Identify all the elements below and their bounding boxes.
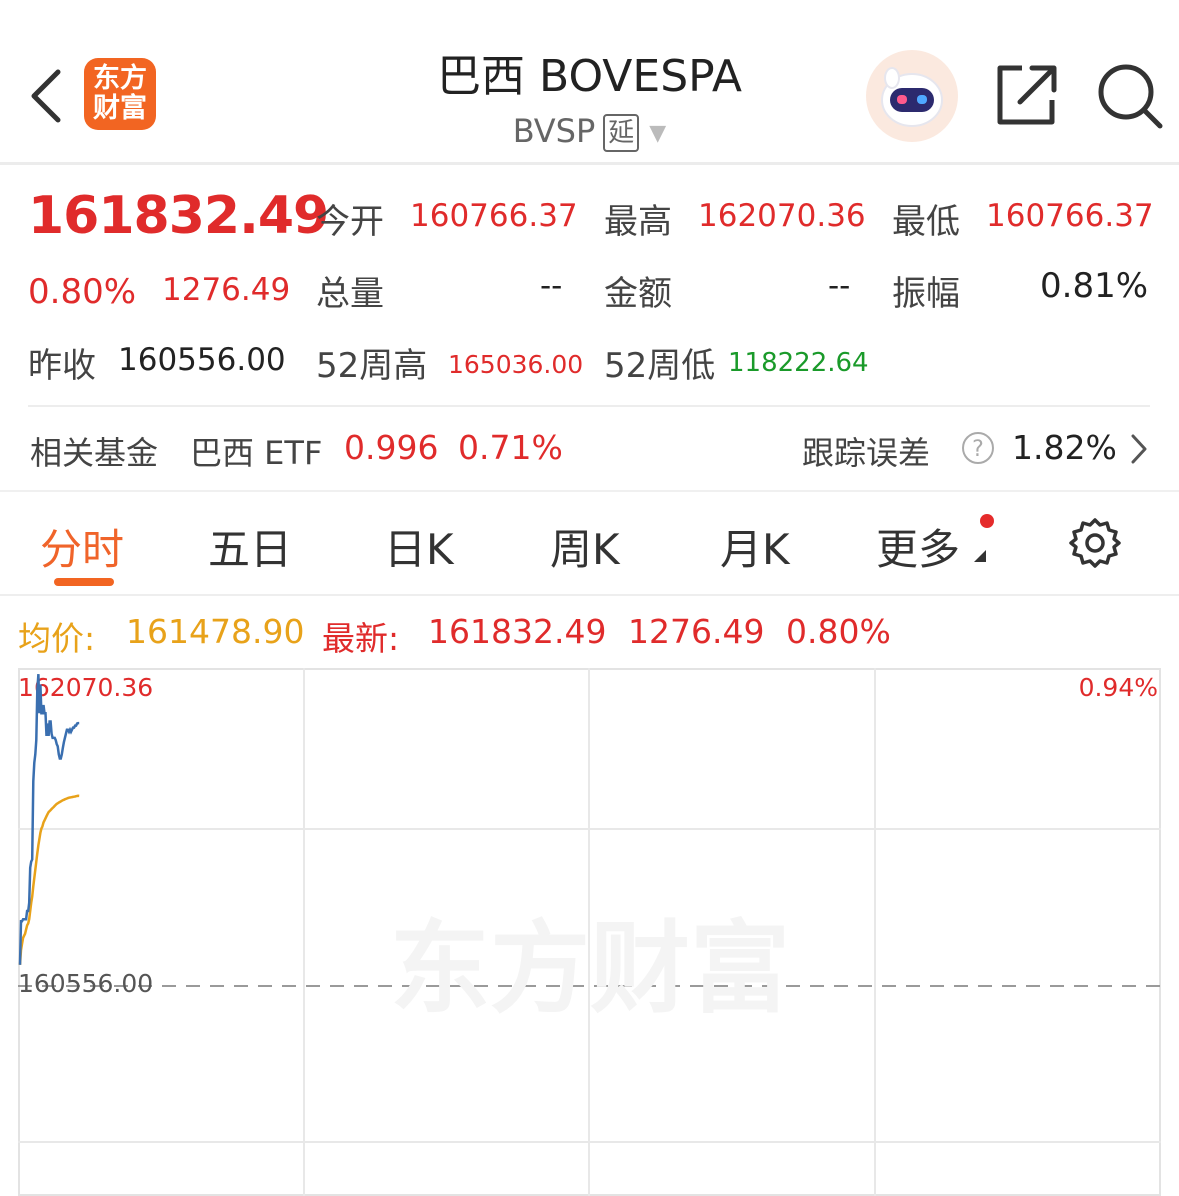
- chart-baseline-label: 160556.00: [18, 969, 153, 998]
- week52-low-label: 52周低: [604, 346, 716, 386]
- search-icon[interactable]: [1096, 62, 1164, 130]
- section-divider: [0, 490, 1179, 492]
- high-label: 最高: [604, 202, 672, 242]
- week52-low-value: 118222.64: [728, 348, 869, 378]
- tracking-error-value: 1.82%: [1012, 428, 1117, 467]
- intraday-chart[interactable]: 东方财富 162070.36 0.94% 160556.00: [18, 668, 1161, 1196]
- chevron-right-icon: [1131, 434, 1147, 464]
- index-code: BVSP: [512, 112, 596, 150]
- share-icon[interactable]: [994, 62, 1058, 128]
- tab-daily-k[interactable]: 日K: [384, 516, 454, 577]
- tab-intraday[interactable]: 分时: [40, 516, 124, 577]
- change-amount: 1276.49: [162, 272, 291, 308]
- amplitude-value: 0.81%: [1040, 266, 1149, 306]
- week52-high-label: 52周高: [316, 346, 428, 386]
- header-divider: [0, 162, 1179, 165]
- delay-tag: 延: [603, 114, 640, 152]
- dropdown-caret-icon: ▼: [649, 120, 667, 146]
- week52-high-value: 165036.00: [448, 350, 584, 379]
- tabs-divider: [0, 594, 1179, 596]
- current-price: 161832.49: [28, 186, 329, 246]
- change-percent: 0.80%: [28, 272, 137, 312]
- chart-top-percent: 0.94%: [1079, 673, 1158, 702]
- tab-more[interactable]: 更多: [876, 516, 960, 577]
- latest-price-label: 最新:: [322, 619, 400, 658]
- related-fund-change: 0.71%: [458, 428, 563, 467]
- open-value: 160766.37: [410, 198, 578, 234]
- help-icon[interactable]: ?: [962, 432, 994, 464]
- active-tab-indicator: [54, 578, 114, 586]
- gear-icon[interactable]: [1068, 516, 1122, 570]
- more-dropdown-indicator-icon: [974, 550, 986, 562]
- amount-label: 金额: [604, 274, 672, 314]
- amount-value: --: [828, 268, 851, 304]
- average-price-value: 161478.90: [126, 612, 305, 651]
- prev-close-value: 160556.00: [118, 342, 286, 378]
- latest-change-value: 1276.49: [628, 612, 765, 651]
- assistant-robot-icon[interactable]: [866, 50, 958, 142]
- notification-dot: [980, 514, 994, 528]
- volume-value: --: [540, 268, 563, 304]
- tracking-error-label: 跟踪误差: [802, 434, 931, 472]
- amplitude-label: 振幅: [892, 274, 960, 314]
- watermark: 东方财富: [390, 910, 790, 1027]
- low-value: 160766.37: [986, 198, 1154, 234]
- tab-five-day[interactable]: 五日: [208, 516, 292, 577]
- related-fund-name: 巴西 ETF: [190, 434, 323, 472]
- volume-label: 总量: [316, 274, 384, 314]
- prev-close-label: 昨收: [28, 346, 96, 386]
- open-label: 今开: [316, 202, 384, 242]
- quote-divider: [28, 405, 1150, 407]
- related-fund-price: 0.996: [344, 428, 439, 467]
- related-fund-row[interactable]: [0, 408, 1179, 490]
- latest-percent-value: 0.80%: [786, 612, 891, 651]
- related-fund-label: 相关基金: [30, 434, 159, 472]
- tab-monthly-k[interactable]: 月K: [720, 516, 790, 577]
- average-price-label: 均价:: [18, 619, 96, 658]
- low-label: 最低: [892, 202, 960, 242]
- tab-weekly-k[interactable]: 周K: [550, 516, 620, 577]
- high-value: 162070.36: [698, 198, 866, 234]
- latest-price-value: 161832.49: [428, 612, 607, 651]
